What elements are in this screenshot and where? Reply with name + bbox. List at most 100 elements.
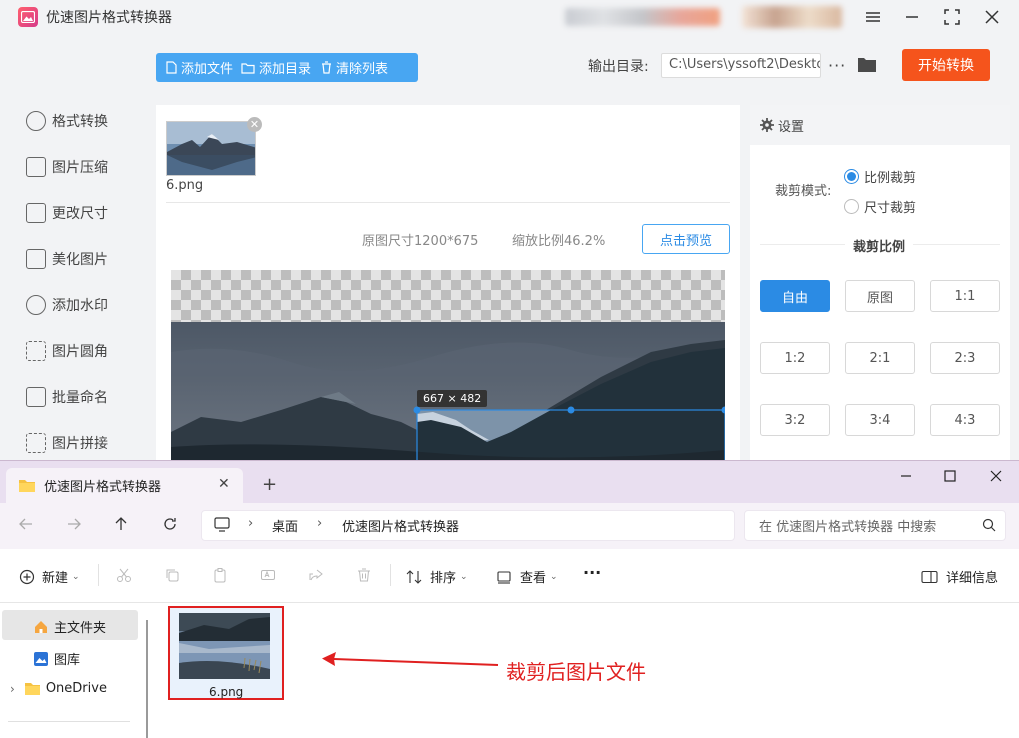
clear-list-button[interactable]: 清除列表 <box>317 53 394 82</box>
delete-icon[interactable] <box>356 567 372 583</box>
ratio-button-1-1[interactable]: 1:1 <box>930 280 1000 312</box>
explorer-tab[interactable]: 优速图片格式转换器 <box>6 468 243 503</box>
ratio-button-3-2[interactable]: 3:2 <box>760 404 830 436</box>
output-dir-input[interactable]: C:\Users\yssoft2\Deskto <box>661 53 821 78</box>
tab-close-icon[interactable]: ✕ <box>218 476 230 492</box>
new-button[interactable]: 新建 ⌄ <box>19 567 80 586</box>
share-icon[interactable] <box>308 567 324 583</box>
folder-icon <box>24 682 40 695</box>
user-avatar-redacted <box>742 6 842 28</box>
back-icon[interactable] <box>18 516 34 532</box>
convert-icon <box>26 111 46 131</box>
crop-dimensions-label: 667 × 482 <box>417 390 488 407</box>
more-options-button[interactable]: ··· <box>828 56 846 75</box>
crop-ratio-title: 裁剪比例 <box>845 236 914 255</box>
explorer-close-icon[interactable] <box>988 468 1004 484</box>
add-folder-button[interactable]: 添加目录 <box>239 53 317 82</box>
annotation-arrow-icon <box>318 648 500 672</box>
minimize-icon[interactable] <box>901 6 923 28</box>
start-convert-button[interactable]: 开始转换 <box>902 49 990 81</box>
refresh-icon[interactable] <box>162 516 178 532</box>
explorer-maximize-icon[interactable] <box>942 468 958 484</box>
image-thumbnail[interactable] <box>166 121 256 176</box>
settings-header: 设置 <box>750 105 1010 145</box>
remove-thumbnail-icon[interactable]: ✕ <box>247 117 262 132</box>
resize-icon <box>26 203 46 223</box>
computer-icon <box>214 517 230 532</box>
folder-icon <box>19 479 35 492</box>
nav-item-stitch[interactable]: 图片拼接 <box>26 431 146 455</box>
sidebar-scrollbar[interactable] <box>146 620 148 738</box>
ratio-button-2-1[interactable]: 2:1 <box>845 342 915 374</box>
divider <box>166 202 730 203</box>
app-logo-icon <box>18 7 38 27</box>
file-name-label: 6.png <box>209 685 244 699</box>
scale-ratio-text: 缩放比例46.2% <box>512 234 606 249</box>
gallery-icon <box>34 651 48 666</box>
plus-circle-icon <box>19 569 35 584</box>
add-file-button[interactable]: 添加文件 <box>156 53 239 82</box>
nav-item-round-corner[interactable]: 图片圆角 <box>26 339 146 363</box>
details-pane-icon <box>921 570 938 583</box>
radio-size-crop[interactable]: 尺寸裁剪 <box>844 197 916 216</box>
open-folder-icon[interactable] <box>857 56 877 73</box>
sidebar-item-gallery[interactable]: 图库 <box>33 649 80 668</box>
preview-button[interactable]: 点击预览 <box>642 224 730 254</box>
sidebar-item-home[interactable]: 主文件夹 <box>33 617 106 636</box>
divider <box>98 564 99 586</box>
ratio-button-original[interactable]: 原图 <box>845 280 915 312</box>
details-pane-button[interactable]: 详细信息 <box>921 567 998 586</box>
trash-icon <box>322 61 332 74</box>
watermark-icon <box>26 295 46 315</box>
sort-button[interactable]: 排序 ⌄ <box>406 567 468 586</box>
chevron-right-icon: › <box>10 681 15 696</box>
breadcrumb-app-folder[interactable]: 优速图片格式转换器 <box>342 516 459 535</box>
ratio-button-2-3[interactable]: 2:3 <box>930 342 1000 374</box>
file-button-group: 添加文件 添加目录 清除列表 <box>156 53 418 82</box>
paste-icon[interactable] <box>212 567 228 583</box>
folder-icon <box>241 62 255 74</box>
ratio-button-free[interactable]: 自由 <box>760 280 830 312</box>
nav-item-beautify[interactable]: 美化图片 <box>26 247 146 271</box>
sidebar-item-onedrive[interactable]: › OneDrive <box>10 681 107 696</box>
thumbnail-file-name: 6.png <box>166 178 204 193</box>
ratio-button-1-2[interactable]: 1:2 <box>760 342 830 374</box>
up-icon[interactable] <box>113 516 129 532</box>
search-icon <box>982 518 996 532</box>
nav-item-format-convert[interactable]: 格式转换 <box>26 109 146 133</box>
gear-icon <box>760 118 774 132</box>
search-input[interactable]: 在 优速图片格式转换器 中搜索 <box>744 510 1006 541</box>
maximize-icon[interactable] <box>941 6 963 28</box>
crop-mode-label: 裁剪模式: <box>775 184 832 199</box>
compress-icon <box>26 157 46 177</box>
chevron-right-icon: › <box>248 516 254 531</box>
cut-icon[interactable] <box>116 567 132 583</box>
breadcrumb-desktop[interactable]: 桌面 <box>272 516 298 535</box>
nav-item-watermark[interactable]: 添加水印 <box>26 293 146 317</box>
nav-item-compress[interactable]: 图片压缩 <box>26 155 146 179</box>
sort-icon <box>406 569 422 584</box>
stitch-icon <box>26 433 46 453</box>
close-icon[interactable] <box>981 6 1003 28</box>
ratio-button-3-4[interactable]: 3:4 <box>845 404 915 436</box>
copy-icon[interactable] <box>164 567 180 583</box>
original-size-text: 原图尺寸1200*675 <box>362 234 479 249</box>
file-thumbnail[interactable] <box>179 613 270 679</box>
nav-item-batch-rename[interactable]: 批量命名 <box>26 385 146 409</box>
divider <box>390 564 391 586</box>
view-button[interactable]: 查看 ⌄ <box>496 567 558 586</box>
rename-icon[interactable] <box>260 567 276 583</box>
divider <box>8 721 130 722</box>
forward-icon[interactable] <box>66 516 82 532</box>
menu-icon[interactable] <box>862 6 884 28</box>
new-tab-icon[interactable]: + <box>262 474 277 495</box>
transparent-canvas-area <box>171 270 725 322</box>
view-icon <box>497 570 511 584</box>
nav-item-resize[interactable]: 更改尺寸 <box>26 201 146 225</box>
radio-ratio-crop[interactable]: 比例裁剪 <box>844 167 916 186</box>
explorer-minimize-icon[interactable] <box>898 468 914 484</box>
ratio-button-4-3[interactable]: 4:3 <box>930 404 1000 436</box>
chevron-right-icon: › <box>317 516 323 531</box>
more-commands-button[interactable]: ··· <box>583 563 601 582</box>
app-title: 优速图片格式转换器 <box>46 10 172 26</box>
